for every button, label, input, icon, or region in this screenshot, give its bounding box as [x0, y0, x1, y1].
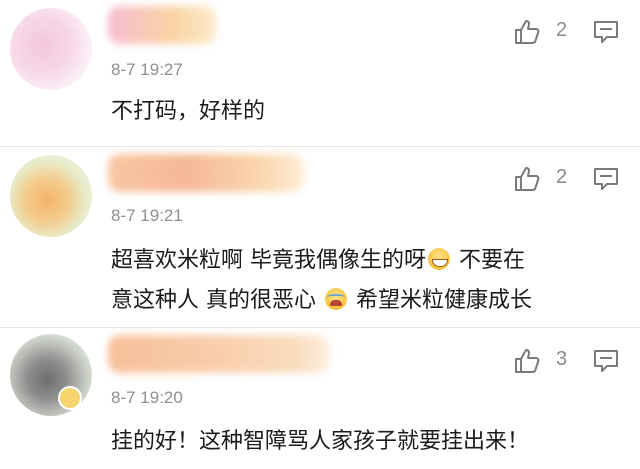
- username-blurred[interactable]: [108, 154, 304, 192]
- like-button[interactable]: 2: [513, 165, 573, 193]
- crying-emoji-icon: [325, 288, 347, 310]
- comment-icon[interactable]: [592, 347, 620, 375]
- comment-text-part: 不要在: [452, 248, 525, 273]
- avatar[interactable]: [10, 8, 92, 90]
- comment-timestamp: 8-7 19:27: [111, 60, 183, 79]
- comment-item: 8-7 19:27 不打码，好样的 2: [0, 0, 640, 146]
- comment-item: 8-7 19:21 超喜欢米粒啊 毕竟我偶像生的呀 不要在 意这种人 真的很恶心…: [0, 147, 640, 327]
- like-button[interactable]: 3: [513, 347, 573, 375]
- comment-icon[interactable]: [592, 165, 620, 193]
- comment-text-part: 超喜欢米粒啊 毕竟我偶像生的呀: [111, 248, 426, 273]
- comment-text: 超喜欢米粒啊 毕竟我偶像生的呀 不要在 意这种人 真的很恶心 希望米粒健康成长: [111, 241, 612, 321]
- username-blurred[interactable]: [108, 335, 330, 373]
- grinning-emoji-icon: [428, 248, 450, 270]
- like-count: 3: [556, 348, 568, 370]
- like-count: 2: [556, 19, 568, 41]
- like-count: 2: [556, 166, 568, 188]
- avatar-badge: [58, 386, 82, 410]
- thumbs-up-icon: [515, 349, 540, 373]
- comment-timestamp: 8-7 19:20: [111, 388, 183, 407]
- comment-timestamp: 8-7 19:21: [111, 206, 183, 225]
- comment-text-part: 希望米粒健康成长: [349, 288, 532, 313]
- comment-icon[interactable]: [592, 18, 620, 46]
- comment-text: 不打码，好样的: [111, 99, 266, 124]
- comment-text: 挂的好！这种智障骂人家孩子就要挂出来！: [111, 429, 530, 454]
- username-blurred[interactable]: [108, 6, 216, 44]
- avatar[interactable]: [10, 155, 92, 237]
- comment-text-part: 意这种人 真的很恶心: [111, 288, 316, 313]
- thumbs-up-icon: [515, 20, 540, 44]
- like-button[interactable]: 2: [513, 18, 573, 46]
- thumbs-up-icon: [515, 167, 540, 191]
